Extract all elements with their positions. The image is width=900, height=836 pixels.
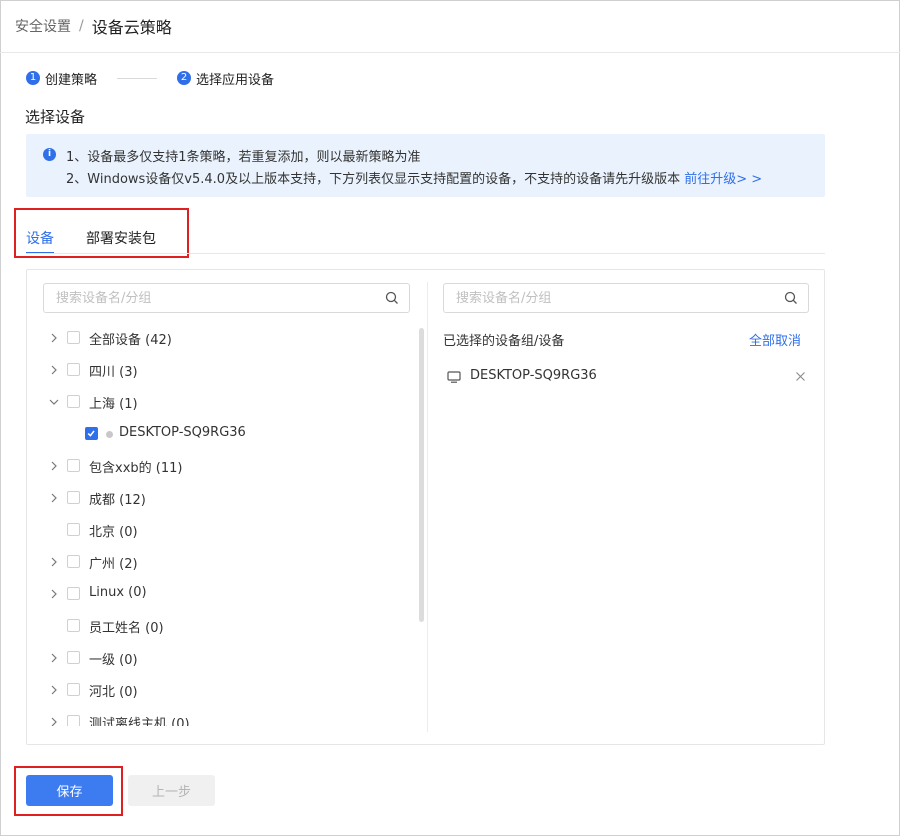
tree-checkbox[interactable] xyxy=(67,395,80,408)
tree-checkbox[interactable] xyxy=(67,459,80,472)
tree-group-row[interactable]: Linux (0) xyxy=(43,584,413,604)
breadcrumb: 安全设置 / 设备云策略 xyxy=(0,0,900,53)
upgrade-link[interactable]: 前往升级> > xyxy=(684,172,762,187)
tree-checkbox[interactable] xyxy=(67,331,80,344)
tree-checkbox[interactable] xyxy=(67,363,80,376)
tree-group-row[interactable]: 河北 (0) xyxy=(43,680,413,700)
chevron-right-icon[interactable] xyxy=(48,332,60,344)
status-dot xyxy=(106,431,113,438)
right-search-box xyxy=(443,283,809,313)
tree-scrollbar[interactable] xyxy=(419,328,424,622)
tree-group-row[interactable]: 包含xxb的 (11) xyxy=(43,456,413,476)
page-title: 设备云策略 xyxy=(91,18,172,37)
monitor-icon xyxy=(447,371,461,383)
chevron-right-icon[interactable] xyxy=(48,556,60,568)
clear-all-link[interactable]: 全部取消 xyxy=(749,330,801,349)
chevron-right-icon[interactable] xyxy=(48,716,60,726)
notice-line-2-text: 2、Windows设备仅v5.4.0及以上版本支持，下方列表仅显示支持配置的设备… xyxy=(66,172,681,187)
right-search-input[interactable] xyxy=(444,284,744,312)
tree-item-label: 包含xxb的 (11) xyxy=(89,461,183,476)
save-button[interactable]: 保存 xyxy=(26,775,113,806)
step-1: 1 创建策略 xyxy=(26,69,97,88)
left-search-box xyxy=(43,283,410,313)
tree-group-row[interactable]: 成都 (12) xyxy=(43,488,413,508)
info-icon: i xyxy=(43,148,56,161)
tree-group-row[interactable]: 测试离线主机 (0) xyxy=(43,712,413,726)
info-notice: i 1、设备最多仅支持1条策略，若重复添加，则以最新策略为准 2、Windows… xyxy=(26,134,825,197)
chevron-right-icon[interactable] xyxy=(48,588,60,600)
tree-checkbox[interactable] xyxy=(67,619,80,632)
tree-device-row[interactable]: DESKTOP-SQ9RG36 xyxy=(43,424,413,444)
step-indicator: 1 创建策略 2 选择应用设备 xyxy=(26,68,274,88)
notice-line-1: 1、设备最多仅支持1条策略，若重复添加，则以最新策略为准 xyxy=(66,150,421,165)
tabs-annotation-box: 设备 部署安装包 xyxy=(14,208,189,258)
chevron-right-icon[interactable] xyxy=(48,364,60,376)
tabs-divider xyxy=(26,253,825,254)
tree-item-label: 河北 (0) xyxy=(89,685,138,700)
tree-group-row[interactable]: 四川 (3) xyxy=(43,360,413,380)
panel-divider xyxy=(427,282,428,732)
device-transfer-panel: 全部设备 (42) 四川 (3) 上海 (1) DESKTOP-SQ9RG36 包含xx… xyxy=(26,269,825,745)
device-tree: 全部设备 (42) 四川 (3) 上海 (1) DESKTOP-SQ9RG36 包含xx… xyxy=(43,328,413,726)
step-connector xyxy=(117,77,158,79)
selected-device-label: DESKTOP-SQ9RG36 xyxy=(470,368,597,383)
step-number: 2 xyxy=(177,71,192,85)
check-icon xyxy=(87,430,95,437)
tree-item-label: 全部设备 (42) xyxy=(89,333,172,348)
tree-checkbox[interactable] xyxy=(67,683,80,696)
tree-checkbox[interactable] xyxy=(67,715,80,726)
tab-device[interactable]: 设备 xyxy=(26,228,54,248)
tree-item-label: 广州 (2) xyxy=(89,557,138,572)
selected-list-title: 已选择的设备组/设备 xyxy=(443,334,565,349)
section-title: 选择设备 xyxy=(25,108,86,126)
tree-item-label: 一级 (0) xyxy=(89,653,138,668)
tree-item-label: Linux (0) xyxy=(89,585,147,600)
tree-group-row[interactable]: 一级 (0) xyxy=(43,648,413,668)
step-label: 创建策略 xyxy=(45,72,98,88)
tab-deploy-package[interactable]: 部署安装包 xyxy=(86,228,156,248)
tree-group-row[interactable]: 上海 (1) xyxy=(43,392,413,412)
breadcrumb-parent-link[interactable]: 安全设置 xyxy=(15,16,71,36)
tree-group-row[interactable]: 员工姓名 (0) xyxy=(43,616,413,636)
tree-item-label: 员工姓名 (0) xyxy=(89,621,164,636)
search-icon[interactable] xyxy=(385,291,399,305)
tree-item-label: 测试离线主机 (0) xyxy=(89,717,190,726)
tree-checkbox[interactable] xyxy=(67,587,80,600)
tree-item-label: 成都 (12) xyxy=(89,493,146,508)
chevron-down-icon[interactable] xyxy=(48,396,60,408)
tree-group-row[interactable]: 北京 (0) xyxy=(43,520,413,540)
notice-line-2: 2、Windows设备仅v5.4.0及以上版本支持，下方列表仅显示支持配置的设备… xyxy=(66,168,762,187)
tree-checkbox[interactable] xyxy=(67,555,80,568)
tree-checkbox[interactable] xyxy=(85,427,98,440)
chevron-right-icon[interactable] xyxy=(48,492,60,504)
tree-checkbox[interactable] xyxy=(67,651,80,664)
tree-item-label: 北京 (0) xyxy=(89,525,138,540)
step-label: 选择应用设备 xyxy=(196,72,275,88)
tree-checkbox[interactable] xyxy=(67,491,80,504)
step-2: 2 选择应用设备 xyxy=(177,69,274,88)
left-search-input[interactable] xyxy=(44,284,344,312)
tree-checkbox[interactable] xyxy=(67,523,80,536)
chevron-right-icon[interactable] xyxy=(48,684,60,696)
remove-icon[interactable] xyxy=(795,371,806,382)
tree-item-label: DESKTOP-SQ9RG36 xyxy=(119,425,246,440)
breadcrumb-separator: / xyxy=(79,18,84,34)
chevron-right-icon[interactable] xyxy=(48,652,60,664)
chevron-right-icon[interactable] xyxy=(48,460,60,472)
tree-item-label: 上海 (1) xyxy=(89,397,138,412)
previous-step-button[interactable]: 上一步 xyxy=(128,775,215,806)
tree-group-row[interactable]: 广州 (2) xyxy=(43,552,413,572)
tree-group-row[interactable]: 全部设备 (42) xyxy=(43,328,413,348)
step-number: 1 xyxy=(26,71,40,85)
search-icon[interactable] xyxy=(784,291,798,305)
tree-item-label: 四川 (3) xyxy=(89,365,138,380)
